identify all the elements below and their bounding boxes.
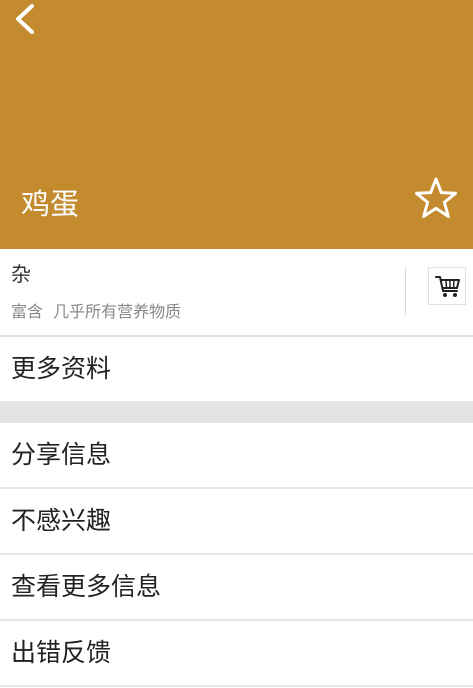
more-info-label: 更多资料 bbox=[11, 354, 112, 383]
error-feedback-item[interactable]: 出错反馈 bbox=[0, 621, 473, 687]
share-label: 分享信息 bbox=[11, 440, 112, 469]
view-more-info-item[interactable]: 查看更多信息 bbox=[0, 555, 473, 621]
food-detail-screen: 鸡蛋 杂 富含 几乎所有营养物质 更多资料 分享信息 不感兴趣 查看更多信息 出… bbox=[0, 0, 473, 688]
header-banner: 鸡蛋 bbox=[0, 0, 473, 249]
food-description: 富含 几乎所有营养物质 bbox=[11, 302, 182, 321]
error-feedback-label: 出错反馈 bbox=[11, 638, 112, 667]
food-category: 杂 bbox=[11, 262, 31, 286]
more-info-item[interactable]: 更多资料 bbox=[0, 337, 473, 403]
star-outline-icon bbox=[415, 177, 457, 218]
back-button[interactable] bbox=[8, 0, 42, 38]
cart-button[interactable] bbox=[428, 267, 466, 305]
food-info-row: 杂 富含 几乎所有营养物质 bbox=[0, 249, 473, 337]
not-interested-item[interactable]: 不感兴趣 bbox=[0, 489, 473, 555]
not-interested-label: 不感兴趣 bbox=[11, 506, 112, 535]
share-item[interactable]: 分享信息 bbox=[0, 423, 473, 489]
info-divider bbox=[405, 267, 406, 315]
back-arrow-icon bbox=[16, 4, 34, 34]
favorite-button[interactable] bbox=[413, 176, 459, 222]
section-gap bbox=[0, 403, 473, 423]
view-more-info-label: 查看更多信息 bbox=[11, 572, 162, 601]
shopping-cart-icon bbox=[435, 276, 460, 297]
page-title: 鸡蛋 bbox=[21, 187, 80, 221]
